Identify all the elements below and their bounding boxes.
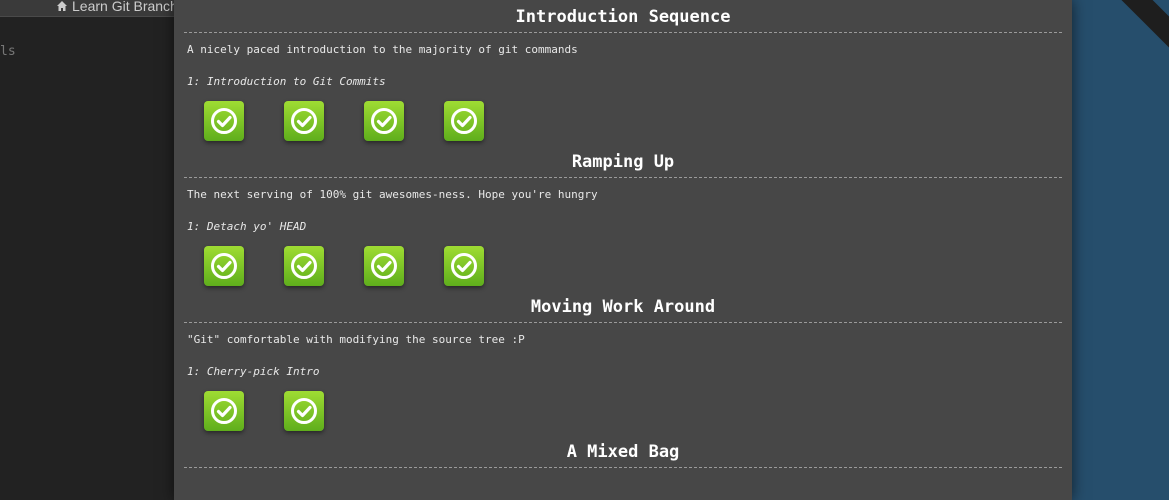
nav-title: Learn Git Branch: [72, 0, 174, 14]
sequence-title: A Mixed Bag: [566, 442, 680, 462]
sequence-intro: Introduction Sequence A nicely paced int…: [184, 5, 1062, 145]
sequence-title: Introduction Sequence: [515, 7, 731, 27]
selected-level-name: 1: Cherry-pick Intro: [187, 365, 320, 378]
level-button[interactable]: [284, 101, 324, 141]
level-icons: [184, 246, 1062, 290]
level-select-modal: Introduction Sequence A nicely paced int…: [174, 0, 1072, 500]
level-button[interactable]: [204, 391, 244, 431]
sequence-description: A nicely paced introduction to the major…: [187, 43, 578, 56]
level-button[interactable]: [204, 101, 244, 141]
terminal-text: ls: [0, 44, 16, 59]
check-circle-icon: [291, 108, 317, 134]
level-button[interactable]: [284, 246, 324, 286]
check-circle-icon: [371, 253, 397, 279]
check-circle-icon: [451, 253, 477, 279]
sequence-description: "Git" comfortable with modifying the sou…: [187, 333, 525, 346]
check-circle-icon: [211, 108, 237, 134]
sequence-divider: [184, 32, 1062, 33]
level-button[interactable]: [204, 246, 244, 286]
sequence-title: Moving Work Around: [530, 297, 716, 317]
fork-ribbon[interactable]: [1107, 0, 1169, 64]
background-app-left: Learn Git Branch ls: [0, 0, 174, 500]
home-link[interactable]: Learn Git Branch: [56, 0, 174, 14]
selected-level-name: 1: Introduction to Git Commits: [187, 75, 386, 88]
top-nav-bar: Learn Git Branch: [0, 0, 174, 17]
check-circle-icon: [291, 398, 317, 424]
level-button[interactable]: [284, 391, 324, 431]
level-icons: [184, 101, 1062, 145]
level-button[interactable]: [444, 101, 484, 141]
check-circle-icon: [371, 108, 397, 134]
sequence-title: Ramping Up: [571, 152, 675, 172]
check-circle-icon: [211, 398, 237, 424]
visualization-area: [1072, 0, 1169, 500]
sequence-ramping-up: Ramping Up The next serving of 100% git …: [184, 150, 1062, 290]
sequence-divider: [184, 322, 1062, 323]
sequence-mixed-bag: A Mixed Bag: [184, 440, 1062, 468]
level-button[interactable]: [364, 101, 404, 141]
check-circle-icon: [211, 253, 237, 279]
sequence-description: The next serving of 100% git awesomes-ne…: [187, 188, 598, 201]
home-icon: [57, 1, 67, 11]
level-button[interactable]: [364, 246, 404, 286]
check-circle-icon: [451, 108, 477, 134]
selected-level-name: 1: Detach yo' HEAD: [187, 220, 307, 233]
sequence-divider: [184, 467, 1062, 468]
sequence-moving-work: Moving Work Around "Git" comfortable wit…: [184, 295, 1062, 435]
level-icons: [184, 391, 1062, 435]
level-button[interactable]: [444, 246, 484, 286]
sequence-divider: [184, 177, 1062, 178]
check-circle-icon: [291, 253, 317, 279]
